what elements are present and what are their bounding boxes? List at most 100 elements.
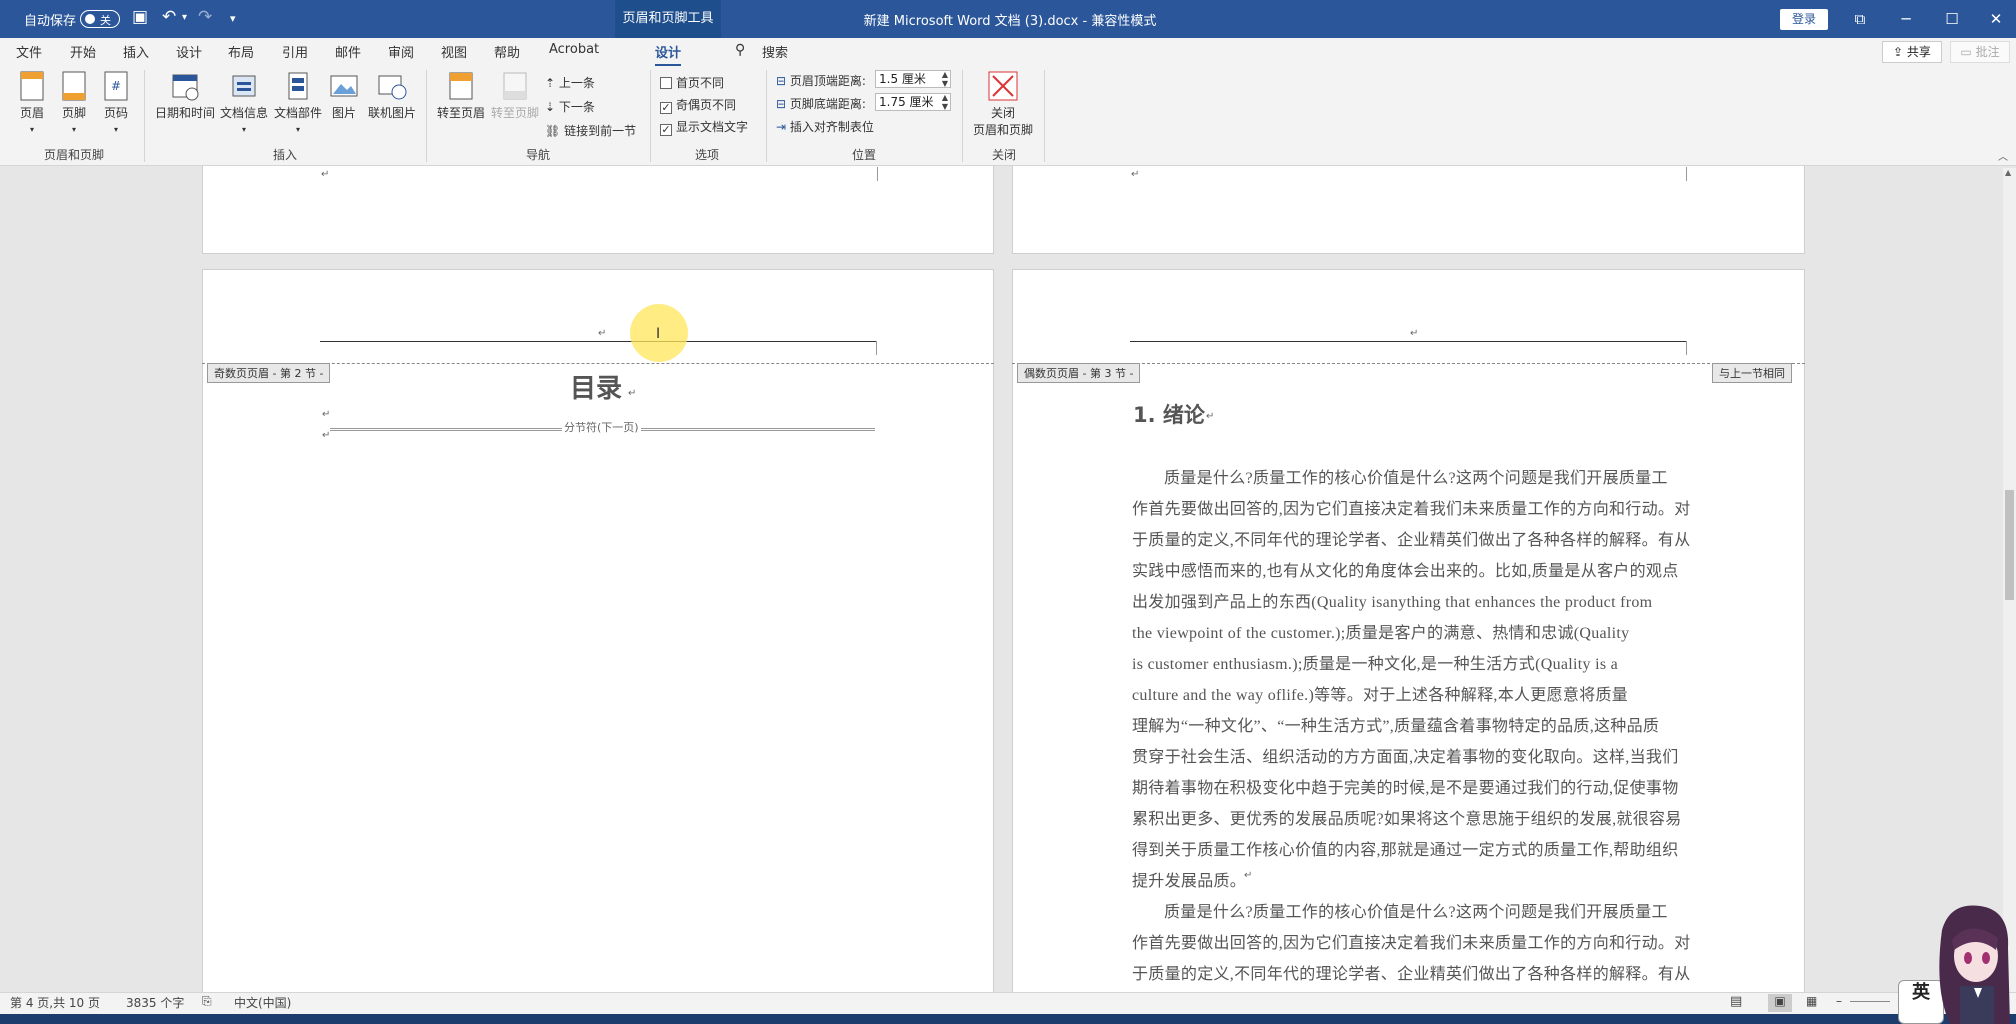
undo-dropdown-icon[interactable]: ▾ xyxy=(182,12,187,23)
tab-home[interactable]: 开始 xyxy=(70,42,96,61)
footer-button[interactable]: 页脚 ▾ xyxy=(56,70,92,135)
odd-even-different-checkbox[interactable]: ✓ 奇偶页不同 xyxy=(660,96,736,114)
page-number-button[interactable]: # 页码 ▾ xyxy=(98,70,134,135)
margin-mark xyxy=(877,167,878,181)
close-group-label: 关闭 xyxy=(991,148,1016,162)
tab-acrobat[interactable]: Acrobat xyxy=(549,42,599,57)
tab-review[interactable]: 审阅 xyxy=(388,42,414,61)
maximize-icon[interactable]: ☐ xyxy=(1932,6,1972,32)
close-window-icon[interactable]: ✕ xyxy=(1976,6,2016,32)
body-line[interactable]: 理解为“一种文化”、“一种生活方式”,质量蕴含着事物特定的品质,这种品质 xyxy=(1132,712,1659,736)
proofing-icon[interactable]: ⎘ xyxy=(202,994,212,1009)
close-header-footer-button[interactable]: 关闭 页眉和页脚 xyxy=(968,70,1038,138)
tab-help[interactable]: 帮助 xyxy=(494,42,520,61)
chapter-heading[interactable]: 1. 绪论 xyxy=(1133,399,1205,429)
scroll-up-icon[interactable]: ▲ xyxy=(2005,168,2011,177)
tab-design[interactable]: 设计 xyxy=(176,42,202,61)
body-line[interactable]: is customer enthusiasm.);质量是一种文化,是一种生活方式… xyxy=(1132,650,1618,674)
scrollbar-thumb[interactable] xyxy=(2005,490,2014,600)
body-line[interactable]: 实践中感悟而来的,也有从文化的角度体会出来的。比如,质量是从客户的观点 xyxy=(1132,557,1679,581)
zoom-out-icon[interactable]: – xyxy=(1836,994,1842,1008)
group-separator xyxy=(650,70,651,162)
body-line[interactable]: 提升发展品质。 xyxy=(1132,867,1246,891)
minimize-icon[interactable]: ─ xyxy=(1886,6,1926,32)
login-button[interactable]: 登录 xyxy=(1780,9,1828,30)
print-layout-icon[interactable]: ▣ xyxy=(1768,994,1792,1012)
comments-button[interactable]: ▭ 批注 xyxy=(1950,41,2010,63)
goto-footer-button[interactable]: 转至页脚 xyxy=(490,70,540,121)
spin-arrows-icon[interactable]: ▲ ▼ xyxy=(942,93,948,111)
ribbon-display-icon[interactable]: ⧉ xyxy=(1840,6,1880,32)
toc-title[interactable]: 目录 xyxy=(570,368,622,405)
options-group-label: 选项 xyxy=(694,148,719,162)
body-line[interactable]: 得到关于质量工作核心价值的内容,那就是通过一定方式的质量工作,帮助组织 xyxy=(1132,836,1679,860)
date-time-button[interactable]: 日期和时间 xyxy=(154,70,216,121)
body-line[interactable]: 于质量的定义,不同年代的理论学者、企业精英们做出了各种各样的解释。有从 xyxy=(1132,960,1691,984)
body-line[interactable]: culture and the way oflife.)等等。对于上述各种解释,… xyxy=(1132,681,1628,705)
body-line[interactable]: 质量是什么?质量工作的核心价值是什么?这两个问题是我们开展质量工 xyxy=(1132,898,1668,922)
checkbox-box xyxy=(660,77,672,89)
tab-insert[interactable]: 插入 xyxy=(123,42,149,61)
search-box[interactable]: 搜索 xyxy=(762,42,788,61)
header-top-distance-input[interactable]: 1.5 厘米 ▲ ▼ xyxy=(875,70,951,88)
show-document-text-checkbox[interactable]: ✓ 显示文档文字 xyxy=(660,118,748,136)
body-line[interactable]: 于质量的定义,不同年代的理论学者、企业精英们做出了各种各样的解释。有从 xyxy=(1132,526,1691,550)
body-line[interactable]: 质量是什么?质量工作的核心价值是什么?这两个问题是我们开展质量工 xyxy=(1132,464,1668,488)
header-button[interactable]: 页眉 ▾ xyxy=(14,70,50,135)
web-layout-icon[interactable]: ▦ xyxy=(1806,994,1817,1008)
page-number-label: 页码 xyxy=(103,106,128,120)
quick-parts-label: 文档部件 xyxy=(273,106,322,120)
tab-references[interactable]: 引用 xyxy=(282,42,308,61)
doc-info-button[interactable]: 文档信息 ▾ xyxy=(218,70,270,135)
paragraph-mark: ↵ xyxy=(628,388,637,399)
quick-parts-button[interactable]: 文档部件 ▾ xyxy=(272,70,324,135)
hf-group-label: 页眉和页脚 xyxy=(43,148,104,162)
footer-bottom-distance-input[interactable]: 1.75 厘米 ▲ ▼ xyxy=(875,93,951,111)
footer-label: 页脚 xyxy=(61,106,86,120)
tab-layout[interactable]: 布局 xyxy=(228,42,254,61)
spin-arrows-icon[interactable]: ▲ ▼ xyxy=(942,70,948,88)
online-picture-button[interactable]: 联机图片 xyxy=(366,70,418,121)
customize-qat-icon[interactable]: ▾ xyxy=(230,12,236,25)
body-line[interactable]: 作首先要做出回答的,因为它们直接决定着我们未来质量工作的方向和行动。对 xyxy=(1132,929,1691,953)
goto-header-label: 转至页眉 xyxy=(436,106,485,120)
zoom-slider[interactable] xyxy=(1850,1001,1890,1002)
read-mode-icon[interactable]: ▤ xyxy=(1730,994,1742,1009)
body-line[interactable]: 期待着事物在积极变化中趋于完美的时候,是不是要通过我们的行动,促使事物 xyxy=(1132,774,1679,798)
body-line[interactable]: 作首先要做出回答的,因为它们直接决定着我们未来质量工作的方向和行动。对 xyxy=(1132,495,1691,519)
body-line[interactable]: 贯穿于社会生活、组织活动的方方面面,决定着事物的变化取向。这样,当我们 xyxy=(1132,743,1679,767)
link-to-previous-button[interactable]: ⛓ 链接到前一节 xyxy=(545,122,636,139)
picture-button[interactable]: 图片 xyxy=(326,70,362,121)
autosave-toggle[interactable]: 关 xyxy=(80,10,120,28)
tab-file[interactable]: 文件 xyxy=(16,42,42,61)
tab-mailings[interactable]: 邮件 xyxy=(335,42,361,61)
share-button[interactable]: ⇪ 共享 xyxy=(1882,41,1942,63)
word-count[interactable]: 3835 个字 xyxy=(126,994,184,1011)
previous-section-button[interactable]: ⇡ 上一条 xyxy=(545,74,595,91)
paragraph-mark: ↵ xyxy=(321,169,330,180)
search-icon[interactable]: ⚲ xyxy=(735,42,745,58)
tab-header-footer-design[interactable]: 设计 xyxy=(655,42,682,67)
save-icon[interactable]: ▣ xyxy=(132,7,148,27)
anime-mascot-icon xyxy=(1939,905,2010,1024)
redo-icon[interactable]: ↷ xyxy=(198,7,212,27)
first-page-different-checkbox[interactable]: 首页不同 xyxy=(660,74,724,91)
body-line[interactable]: the viewpoint of the customer.);质量是客户的满意… xyxy=(1132,619,1629,643)
odd-even-diff-label: 奇偶页不同 xyxy=(676,98,737,112)
header-paragraph-mark: ↵ xyxy=(1410,328,1419,339)
body-line[interactable]: 累积出更多、更优秀的发展品质呢?如果将这个意思施于组织的发展,就很容易 xyxy=(1132,805,1682,829)
collapse-ribbon-icon[interactable]: ︿ xyxy=(1998,148,2008,163)
group-separator xyxy=(962,70,963,162)
insert-alignment-tab-button[interactable]: ⇥ 插入对齐制表位 xyxy=(776,118,874,135)
next-section-button[interactable]: ⇣ 下一条 xyxy=(545,98,595,115)
ribbon: 页眉 ▾ 页脚 ▾ # 页码 ▾ 页眉和页脚 日期和时间 文档信息 ▾ 文档部件 ▾ 图片… xyxy=(0,66,2016,166)
page-count[interactable]: 第 4 页,共 10 页 xyxy=(10,994,100,1011)
undo-icon[interactable]: ↶ xyxy=(162,7,176,27)
body-line[interactable]: 出发加强到产品上的东西(Quality isanything that enha… xyxy=(1132,588,1652,612)
tab-view[interactable]: 视图 xyxy=(441,42,467,61)
goto-header-button[interactable]: 转至页眉 xyxy=(436,70,486,121)
language-indicator[interactable]: 中文(中国) xyxy=(234,994,291,1011)
ime-label: 英 xyxy=(1912,982,1930,1003)
vertical-scrollbar[interactable]: ▲ xyxy=(2003,168,2016,994)
checkbox-box-checked: ✓ xyxy=(660,123,672,136)
